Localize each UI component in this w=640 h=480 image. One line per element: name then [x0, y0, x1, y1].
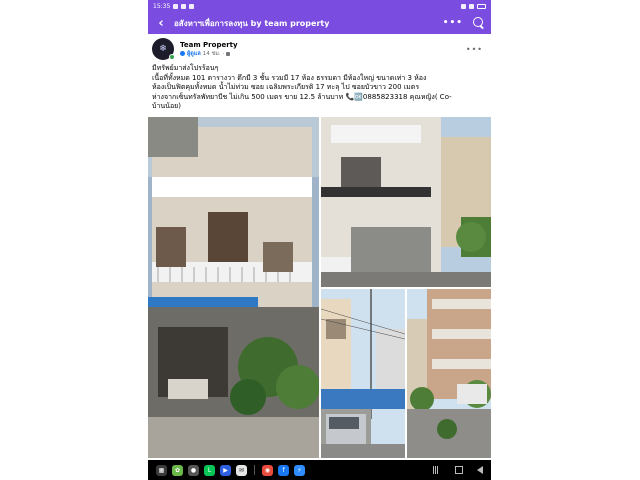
post-more-button[interactable]: •••: [466, 45, 487, 54]
online-status-dot: [169, 54, 175, 60]
status-bar: 15:35: [148, 0, 491, 12]
post-line: เนื้อที่ทั้งหมด 101 ตารางวา ตึกมี 3 ชั้น…: [152, 73, 427, 82]
messenger-icon[interactable]: ⚡: [294, 464, 305, 476]
back-button[interactable]: [477, 466, 483, 474]
bottom-right-photo-2[interactable]: [407, 289, 491, 458]
chat-icon[interactable]: ✉: [236, 464, 247, 476]
avatar[interactable]: ❄: [152, 38, 175, 60]
post-line: ห้องเป็นฟิตคุมทั้งหมด น้ำไม่ท่วม ซอย เฉล…: [152, 83, 420, 92]
gallery-icon[interactable]: ✿: [172, 464, 183, 476]
status-time: 15:35: [153, 2, 171, 10]
grid-icon[interactable]: ▦: [156, 464, 167, 476]
files-icon[interactable]: ▶: [220, 464, 231, 476]
signal-icon: [469, 3, 474, 9]
group-title: อสังหาฯเพื่อการลงทุน by team property: [174, 18, 330, 28]
post-time[interactable]: 14 ชม.: [203, 50, 221, 58]
snowflake-icon: ❄: [159, 44, 167, 54]
battery-icon: [477, 3, 486, 9]
main-photo[interactable]: [148, 117, 319, 458]
taskbar-divider: [254, 465, 255, 475]
post-line: มีทรัพย์มาส่งโปรร้อนๆ: [152, 64, 219, 72]
phone-screen: 15:35 ‹ อสังหาฯเพื่อการลงทุน by team pro…: [148, 0, 491, 480]
author-role: ผู้ดูแล: [187, 50, 201, 57]
dot-separator: ·: [222, 50, 225, 57]
group-icon: [226, 51, 231, 56]
app-bar: ‹ อสังหาฯเพื่อการลงทุน by team property …: [148, 12, 491, 34]
taskbar: ▦ ✿ ● L ▶ ✉ ◉ f ⚡: [148, 460, 491, 480]
camera-icon[interactable]: ●: [188, 464, 199, 476]
line-icon[interactable]: L: [204, 464, 215, 476]
facebook-icon[interactable]: f: [278, 464, 289, 476]
top-right-photo[interactable]: [321, 117, 491, 287]
back-arrow-icon[interactable]: ‹: [154, 16, 168, 31]
photo-grid: [148, 117, 491, 458]
bottom-right-photo-1[interactable]: [321, 289, 405, 458]
admin-badge-icon: [180, 51, 185, 56]
wifi-icon: [461, 3, 466, 9]
post-line: บ้านน้อย): [152, 102, 181, 111]
home-button[interactable]: [455, 466, 463, 474]
post-text: มีทรัพย์มาส่งโปรร้อนๆ เนื้อที่ทั้งหมด 10…: [152, 64, 488, 112]
more-options-button[interactable]: •••: [443, 18, 463, 28]
notification-icon: [181, 3, 187, 9]
search-icon[interactable]: [473, 17, 485, 29]
recent-apps-button[interactable]: [433, 466, 441, 474]
author-name[interactable]: Team Property: [180, 41, 238, 49]
notification-icon: [173, 3, 179, 9]
post-header: ❄ Team Property ผู้ดูแล 14 ชม. · •••: [148, 36, 491, 62]
notification-icon: [189, 3, 195, 9]
post-line: ห่างจากเซ็นทรัลพัทยาบีช ไม่เกิน 500 เมตร…: [152, 92, 452, 101]
chrome-icon[interactable]: ◉: [262, 464, 273, 476]
